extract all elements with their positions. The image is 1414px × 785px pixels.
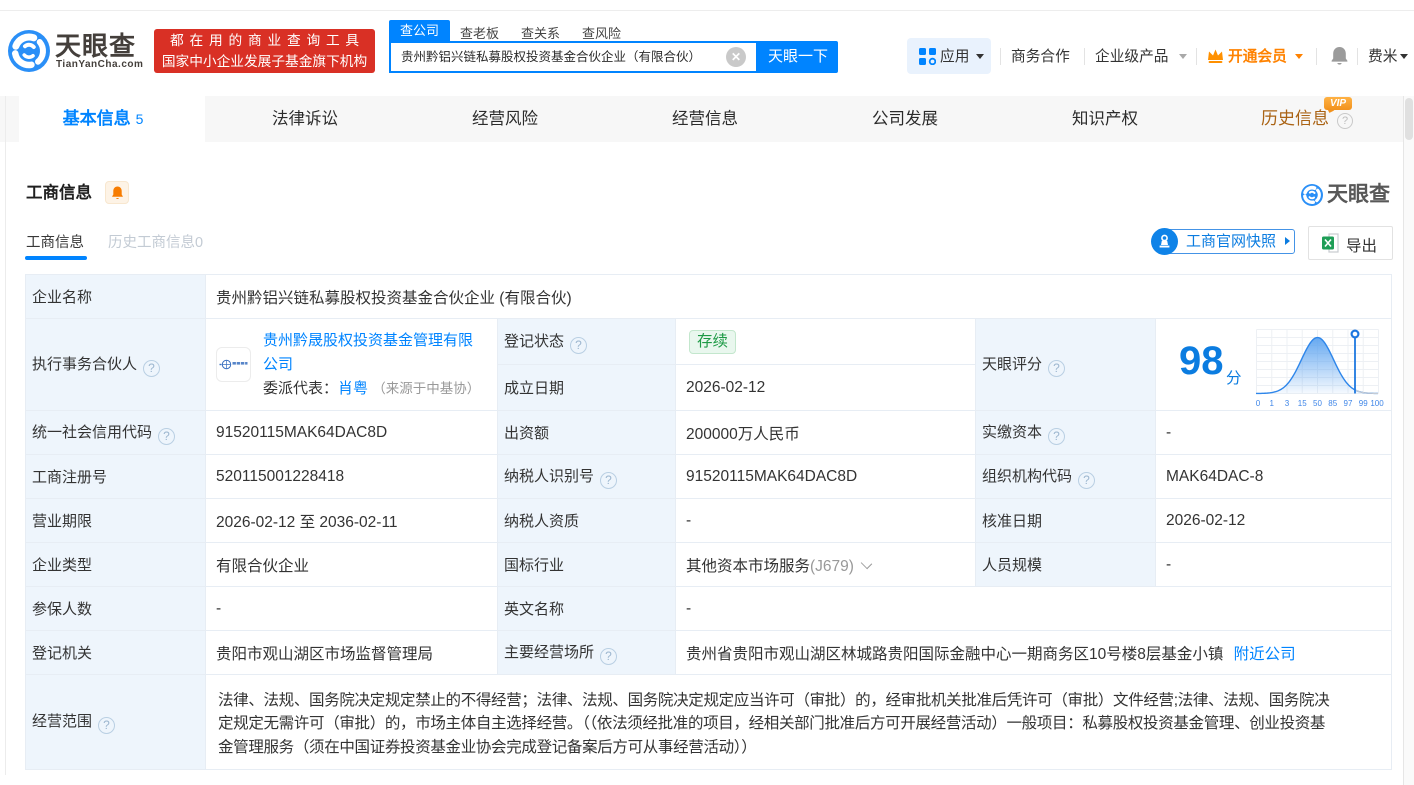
svg-text:15: 15 <box>1298 399 1307 408</box>
svg-text:99: 99 <box>1359 399 1368 408</box>
svg-text:1: 1 <box>1270 399 1275 408</box>
svg-text:50: 50 <box>1313 399 1322 408</box>
svg-text:97: 97 <box>1344 399 1353 408</box>
svg-text:85: 85 <box>1328 399 1337 408</box>
svg-text:3: 3 <box>1285 399 1290 408</box>
svg-text:100: 100 <box>1370 399 1384 408</box>
svg-text:0: 0 <box>1256 399 1261 408</box>
